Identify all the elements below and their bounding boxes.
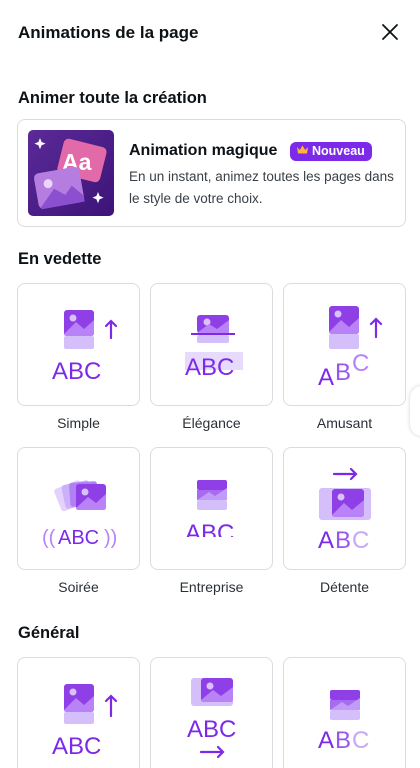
section-title-featured: En vedette — [18, 250, 102, 268]
tile-label-soiree: Soirée — [58, 579, 99, 595]
animation-tile-amusant[interactable]: A B C — [283, 283, 406, 406]
tile-label-simple: Simple — [57, 415, 100, 431]
animation-tile-soiree[interactable]: (( ABC )) — [17, 447, 140, 570]
animation-tile-general-1[interactable]: ABC — [17, 657, 140, 768]
svg-text:A: A — [318, 727, 334, 754]
svg-text:C: C — [352, 527, 369, 554]
animation-tile-general-2[interactable]: ABC — [150, 657, 273, 768]
svg-text:A: A — [318, 527, 334, 554]
tile-label-detente: Détente — [319, 579, 370, 595]
animation-tile-entreprise[interactable]: ABC — [150, 447, 273, 570]
svg-text:)): )) — [104, 527, 117, 549]
tile-label-entreprise: Entreprise — [179, 579, 244, 595]
svg-text:B: B — [335, 359, 351, 386]
svg-text:ABC: ABC — [52, 358, 101, 385]
svg-text:C: C — [352, 350, 369, 377]
tile-label-amusant: Amusant — [316, 415, 373, 431]
tile-label-elegance: Élégance — [182, 415, 241, 431]
svg-text:((: (( — [42, 527, 56, 549]
magic-animation-thumbnail: Aa — [28, 130, 114, 216]
close-icon[interactable] — [378, 20, 402, 44]
svg-text:ABC: ABC — [52, 733, 101, 760]
magic-animation-title: Animation magique — [129, 142, 278, 159]
new-badge: Nouveau — [290, 142, 372, 161]
svg-text:C: C — [352, 727, 369, 754]
badge-label: Nouveau — [312, 144, 365, 158]
magic-animation-description: En un instant, animez toutes les pages d… — [129, 169, 394, 206]
svg-text:ABC: ABC — [187, 716, 236, 743]
animation-tile-simple[interactable]: ABC — [17, 283, 140, 406]
section-title-animate-all: Animer toute la création — [18, 89, 207, 107]
panel-header: Animations de la page — [18, 22, 402, 44]
section-title-general: Général — [18, 624, 80, 642]
animation-tile-detente[interactable]: A B C — [283, 447, 406, 570]
svg-text:ABC: ABC — [185, 520, 234, 547]
panel-title: Animations de la page — [18, 23, 199, 42]
svg-text:A: A — [318, 364, 334, 391]
crown-icon — [296, 142, 309, 161]
animation-tile-general-3[interactable]: A B C — [283, 657, 406, 768]
animation-tile-elegance[interactable]: ABC — [150, 283, 273, 406]
magic-animation-card[interactable]: Aa Animation magique Nouveau En un insta… — [17, 119, 406, 227]
svg-text:ABC: ABC — [58, 527, 99, 549]
panel-collapse-handle[interactable] — [410, 386, 420, 436]
svg-text:B: B — [335, 727, 351, 754]
svg-text:ABC: ABC — [185, 354, 234, 381]
svg-text:B: B — [335, 527, 351, 554]
